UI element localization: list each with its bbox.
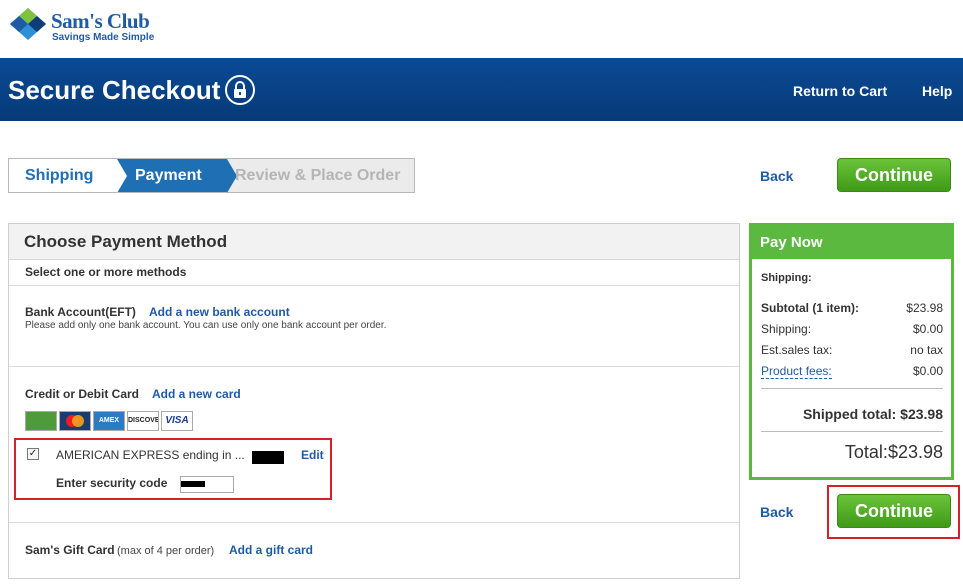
payment-method-panel: Choose Payment Method Select one or more… (8, 223, 740, 579)
bank-account-note: Please add only one bank account. You ca… (25, 320, 387, 331)
sams-club-logo[interactable]: Sam's Club Savings Made Simple (8, 6, 168, 46)
sams-club-card-icon (25, 411, 57, 431)
step-shipping[interactable]: Shipping (9, 159, 121, 192)
panel-title: Choose Payment Method (24, 232, 228, 251)
saved-card-checkbox[interactable]: ✓ (27, 448, 39, 460)
total-label: Total: (844, 442, 888, 462)
sales-tax-label: Est.sales tax: (761, 343, 833, 357)
lock-icon (225, 75, 255, 105)
return-to-cart-link[interactable]: Return to Cart (793, 83, 887, 99)
continue-button-top[interactable]: Continue (837, 158, 951, 192)
diamond-logo-icon (10, 8, 46, 40)
subtotal-label: Subtotal (1 item): (761, 301, 859, 315)
visa-icon: VISA (161, 411, 193, 431)
edit-card-link[interactable]: Edit (301, 448, 324, 462)
summary-row: Product fees: $0.00 (761, 364, 943, 379)
shipped-total-row: Shipped total: $23.98 (761, 406, 943, 422)
page-title: Secure Checkout (8, 75, 221, 105)
total-value: $23.98 (887, 442, 943, 462)
bank-account-label: Bank Account(EFT) (25, 305, 136, 319)
checkout-progress: Shipping Payment Review & Place Order (8, 158, 415, 193)
redacted-security-code (181, 481, 205, 487)
divider (9, 522, 739, 523)
panel-subtitle: Select one or more methods (25, 265, 187, 279)
summary-row: Est.sales tax: no tax (761, 343, 943, 357)
step-separator (117, 159, 127, 193)
logo-tagline: Savings Made Simple (52, 32, 155, 43)
step-payment: Payment (117, 159, 227, 192)
gift-card-note: (max of 4 per order) (117, 545, 215, 557)
divider (761, 431, 943, 432)
product-fees-link[interactable]: Product fees: (761, 364, 832, 379)
checkout-header: Secure Checkout Return to Cart Help (0, 58, 963, 121)
mastercard-icon (59, 411, 91, 431)
add-new-card-link[interactable]: Add a new card (152, 387, 241, 401)
panel-header: Choose Payment Method (9, 224, 739, 260)
credit-card-label: Credit or Debit Card (25, 387, 140, 401)
divider (9, 366, 739, 367)
pay-now-summary: Pay Now Shipping: Subtotal (1 item): $23… (749, 223, 954, 480)
pay-now-title: Pay Now (760, 234, 823, 251)
subtotal-value: $23.98 (906, 301, 943, 315)
divider (761, 388, 943, 389)
back-link-top[interactable]: Back (760, 168, 793, 184)
saved-card-highlight: ✓ AMERICAN EXPRESS ending in ... Edit En… (14, 438, 332, 500)
summary-row: Subtotal (1 item): $23.98 (761, 301, 943, 315)
shipping-section-label: Shipping: (761, 272, 812, 284)
summary-row: Shipping: $0.00 (761, 322, 943, 336)
divider (9, 285, 739, 286)
shipping-value: $0.00 (912, 322, 943, 336)
continue-button-bottom[interactable]: Continue (837, 494, 951, 528)
total-row: Total:$23.98 (761, 442, 943, 463)
product-fees-value: $0.00 (912, 364, 943, 378)
add-bank-account-link[interactable]: Add a new bank account (149, 305, 290, 319)
add-gift-card-link[interactable]: Add a gift card (229, 543, 313, 557)
step-review-place-order: Review & Place Order (235, 167, 401, 184)
discover-icon: DISCOVER (127, 411, 159, 431)
gift-card-label: Sam's Gift Card (25, 543, 115, 557)
pay-now-header: Pay Now (752, 226, 951, 259)
security-code-label: Enter security code (56, 476, 168, 490)
shipping-label: Shipping: (761, 322, 812, 336)
american-express-icon: AMEX (93, 411, 125, 431)
help-link[interactable]: Help (922, 83, 952, 99)
sales-tax-value: no tax (910, 343, 943, 357)
shipped-total-label: Shipped total: (802, 406, 897, 422)
logo-brand-text: Sam's Club (51, 9, 150, 33)
security-code-input[interactable] (180, 476, 234, 493)
saved-card-name: AMERICAN EXPRESS ending in ... (56, 448, 245, 462)
redacted-card-number (252, 451, 284, 464)
back-link-bottom[interactable]: Back (760, 504, 793, 520)
shipped-total-value: $23.98 (900, 406, 943, 422)
